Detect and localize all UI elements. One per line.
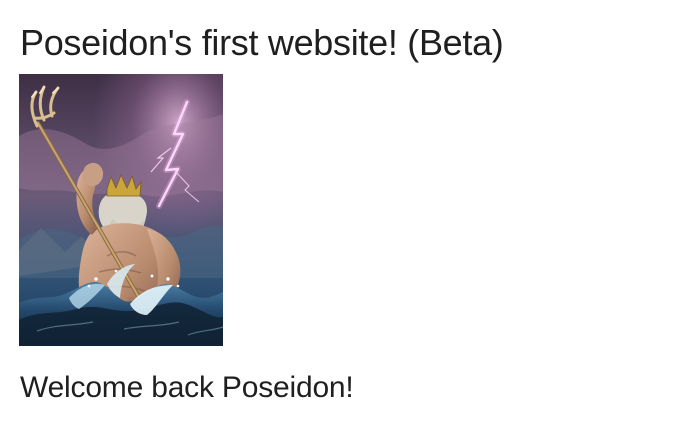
poseidon-image (19, 74, 223, 346)
page-title: Poseidon's first website! (Beta) (20, 22, 504, 63)
welcome-message: Welcome back Poseidon! (20, 371, 354, 404)
webpage: Poseidon's first website! (Beta) Welcome… (0, 0, 691, 440)
poseidon-illustration (19, 74, 223, 346)
